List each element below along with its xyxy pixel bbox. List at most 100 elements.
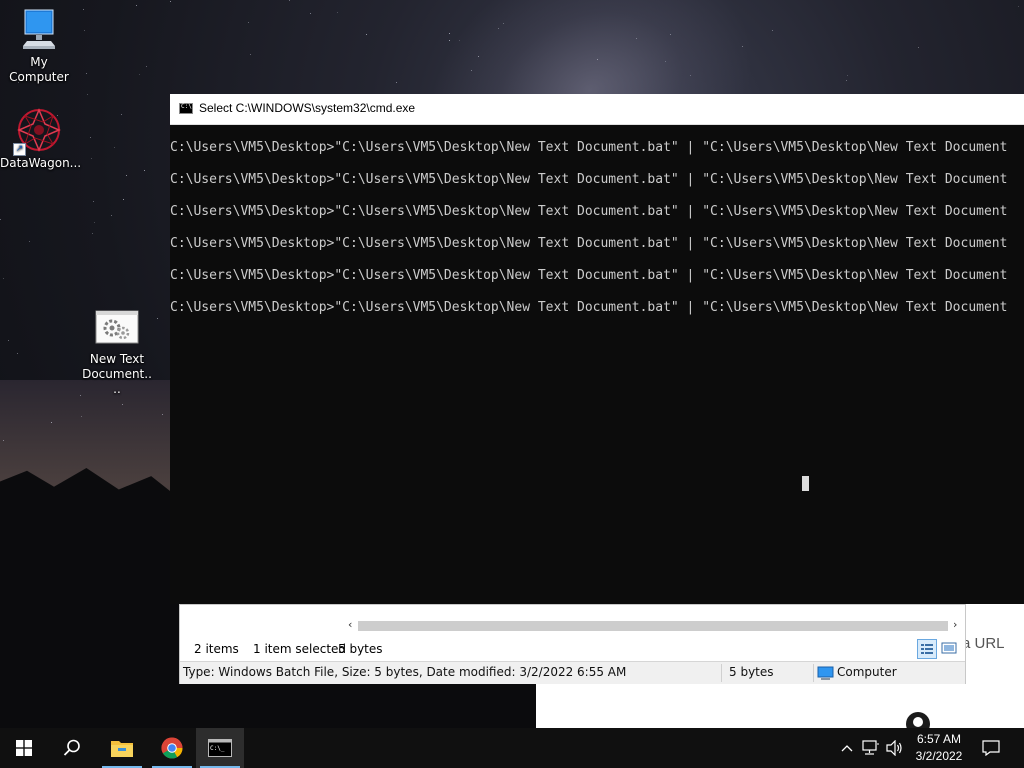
- star: [144, 170, 145, 171]
- computer-small-icon: [817, 666, 834, 680]
- star: [17, 353, 18, 354]
- desktop-icon-label: My Computer: [9, 55, 69, 84]
- star: [0, 219, 1, 220]
- star: [665, 61, 666, 62]
- horizontal-scrollbar[interactable]: ‹ ›: [180, 617, 965, 634]
- taskbar-file-explorer[interactable]: [98, 728, 146, 768]
- star: [126, 175, 127, 176]
- desktop-icon-label: New Text Document....: [82, 352, 152, 396]
- clock-time: 6:57 AM: [916, 732, 962, 746]
- star: [846, 80, 847, 81]
- star: [111, 215, 112, 216]
- star: [162, 414, 163, 415]
- start-icon: [16, 740, 32, 756]
- console-line: C:\Users\VM5\Desktop>"C:\Users\VM5\Deskt…: [170, 236, 1008, 251]
- chrome-icon: [161, 737, 183, 759]
- scroll-left-arrow-icon[interactable]: ‹: [348, 618, 352, 631]
- star: [123, 199, 124, 200]
- network-button[interactable]: [860, 728, 882, 768]
- star: [146, 66, 147, 67]
- star: [478, 56, 479, 57]
- star: [81, 416, 82, 417]
- star: [449, 40, 450, 41]
- item-count: 2 items: [194, 642, 239, 656]
- taskbar: C:\_ 6:57 AM 3/2/2022: [0, 728, 1024, 768]
- scroll-right-arrow-icon[interactable]: ›: [953, 618, 957, 631]
- svg-text:C:\_: C:\_: [210, 745, 225, 752]
- star: [3, 278, 4, 279]
- start-button[interactable]: [0, 728, 48, 768]
- star: [90, 137, 91, 138]
- star: [92, 233, 93, 234]
- cmd-icon: [179, 103, 193, 114]
- speaker-icon: [886, 740, 902, 756]
- console-line: C:\Users\VM5\Desktop>"C:\Users\VM5\Deskt…: [170, 172, 1008, 187]
- details-view-icon[interactable]: [917, 639, 937, 659]
- star: [8, 340, 9, 341]
- large-icons-view-icon[interactable]: [940, 639, 960, 659]
- star: [136, 5, 137, 6]
- address-hint[interactable]: a URL: [962, 635, 1005, 652]
- details-bar: Type: Windows Batch File, Size: 5 bytes,…: [180, 661, 965, 684]
- status-bar: 2 items 1 item selected 5 bytes: [180, 636, 965, 663]
- star: [94, 222, 95, 223]
- star: [3, 440, 4, 441]
- show-hidden-icons-button[interactable]: [838, 728, 856, 768]
- network-icon: [862, 740, 879, 755]
- desktop-icon-my-computer[interactable]: My Computer: [0, 8, 78, 85]
- desktop-icon-label: DataWagon...: [0, 156, 82, 170]
- clock-date: 3/2/2022: [915, 749, 963, 763]
- star: [87, 94, 88, 95]
- clock[interactable]: 6:57 AM 3/2/2022: [906, 728, 972, 768]
- scrollbar-thumb[interactable]: [358, 621, 948, 631]
- star: [772, 30, 773, 31]
- cmd-title-bar[interactable]: Select C:\WINDOWS\system32\cmd.exe: [170, 94, 1024, 125]
- file-details: Type: Windows Batch File, Size: 5 bytes,…: [183, 665, 627, 679]
- star: [248, 22, 249, 23]
- location: Computer: [837, 665, 897, 679]
- star: [396, 82, 397, 83]
- desktop-icon-datawagon[interactable]: ↗ DataWagon...: [0, 106, 82, 171]
- star: [337, 12, 338, 13]
- text-cursor: [802, 476, 809, 491]
- star: [1018, 6, 1019, 7]
- taskbar-cmd[interactable]: C:\_: [196, 728, 244, 768]
- search-button[interactable]: [48, 728, 96, 768]
- star: [742, 46, 743, 47]
- star: [289, 0, 290, 1]
- star: [84, 30, 85, 31]
- selected-size: 5 bytes: [338, 642, 383, 656]
- desktop-icon-new-text-document[interactable]: New Text Document....: [78, 310, 156, 397]
- star: [459, 40, 460, 41]
- selected-count: 1 item selected: [253, 642, 347, 656]
- file-explorer-window: ‹ › 2 items 1 item selected 5 bytes Type…: [179, 604, 966, 684]
- star: [122, 404, 123, 405]
- star: [91, 158, 92, 159]
- star: [597, 59, 598, 60]
- action-center-button[interactable]: [978, 728, 1004, 768]
- star: [636, 38, 637, 39]
- star: [114, 147, 115, 148]
- notification-icon: [982, 740, 1000, 756]
- console-line: C:\Users\VM5\Desktop>"C:\Users\VM5\Deskt…: [170, 204, 1008, 219]
- star: [918, 47, 919, 48]
- star: [670, 34, 671, 35]
- file-size: 5 bytes: [729, 665, 774, 679]
- console-line: C:\Users\VM5\Desktop>"C:\Users\VM5\Deskt…: [170, 300, 1008, 315]
- shortcut-arrow-icon: ↗: [13, 143, 26, 156]
- star: [139, 74, 140, 75]
- star: [310, 13, 311, 14]
- github-icon[interactable]: [906, 712, 930, 728]
- star: [93, 201, 94, 202]
- console-line: C:\Users\VM5\Desktop>"C:\Users\VM5\Deskt…: [170, 268, 1008, 283]
- window-title: Select C:\WINDOWS\system32\cmd.exe: [199, 101, 416, 115]
- star: [250, 54, 251, 55]
- cmd-window[interactable]: Select C:\WINDOWS\system32\cmd.exe C:\Us…: [170, 94, 1024, 604]
- taskbar-chrome[interactable]: [148, 728, 196, 768]
- computer-icon: [23, 9, 55, 49]
- batch-file-icon: [95, 310, 139, 344]
- console-output[interactable]: C:\Users\VM5\Desktop>"C:\Users\VM5\Deskt…: [170, 124, 1024, 604]
- star: [847, 75, 848, 76]
- star: [170, 1, 171, 2]
- volume-button[interactable]: [884, 728, 906, 768]
